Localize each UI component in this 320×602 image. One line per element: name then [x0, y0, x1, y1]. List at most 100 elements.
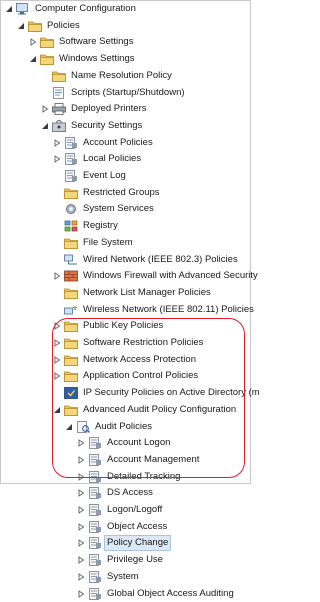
policy-icon [88, 437, 102, 450]
tree-item-wireless-network-ieee-802-11-policies[interactable]: Wireless Network (IEEE 802.11) Policies [53, 302, 256, 318]
tree-item-label: Advanced Audit Policy Configuration [83, 403, 237, 415]
tree-item-label: Restricted Groups [83, 186, 160, 198]
expand-arrow-icon[interactable] [53, 138, 61, 147]
expand-arrow-icon[interactable] [53, 272, 61, 281]
expand-arrow-icon[interactable] [53, 355, 61, 364]
policy-icon [64, 153, 78, 166]
tree-item-object-access[interactable]: Object Access [77, 519, 169, 535]
tree-item-ip-security-policies-on-active-directory-m[interactable]: IP Security Policies on Active Directory… [53, 385, 262, 401]
tree-item-account-management[interactable]: Account Management [77, 452, 201, 468]
tree-item-local-policies[interactable]: Local Policies [53, 151, 143, 167]
tree-item-network-access-protection[interactable]: Network Access Protection [53, 352, 198, 368]
expand-arrow-icon[interactable] [77, 439, 85, 448]
computer-icon [16, 3, 30, 15]
wireless-network-icon [64, 304, 78, 316]
tree-item-label: Object Access [107, 520, 168, 532]
expand-arrow-icon[interactable] [77, 572, 85, 581]
registry-icon [64, 220, 78, 232]
tree-item-system[interactable]: System [77, 569, 141, 585]
tree-item-application-control-policies[interactable]: Application Control Policies [53, 368, 200, 384]
tree-item-label: Network List Manager Policies [83, 286, 211, 298]
collapse-arrow-icon[interactable] [65, 423, 73, 431]
tree-item-computer-configuration[interactable]: Computer Configuration [5, 1, 138, 17]
tree-item-scripts-startup-shutdown[interactable]: Scripts (Startup/Shutdown) [41, 85, 187, 101]
expand-arrow-icon[interactable] [29, 38, 37, 47]
expand-arrow-icon[interactable] [77, 506, 85, 514]
tree-item-label: Privilege Use [107, 554, 163, 566]
expand-arrow-icon[interactable] [53, 372, 61, 381]
policy-icon [88, 453, 102, 466]
tree-item-public-key-policies[interactable]: Public Key Policies [53, 318, 165, 334]
tree-item-software-settings[interactable]: Software Settings [29, 34, 135, 50]
tree-item-global-object-access-auditing[interactable]: Global Object Access Auditing [77, 586, 236, 602]
tree-item-account-policies[interactable]: Account Policies [53, 135, 155, 151]
tree-item-registry[interactable]: Registry [53, 218, 120, 234]
tree-item-label: Application Control Policies [83, 370, 199, 382]
security-icon [52, 119, 66, 132]
tree-item-name-resolution-policy[interactable]: Name Resolution Policy [41, 68, 174, 84]
tree-item-windows-settings[interactable]: Windows Settings [29, 51, 137, 67]
tree-item-label: Logon/Logoff [107, 504, 163, 515]
expand-arrow-icon[interactable] [77, 539, 85, 548]
tree-item-label: System Services [83, 203, 154, 215]
tree-item-label: Local Policies [83, 153, 142, 165]
tree-item-detailed-tracking[interactable]: Detailed Tracking [77, 469, 182, 485]
expand-arrow-icon[interactable] [77, 472, 85, 481]
printer-icon [52, 103, 66, 116]
tree-item-label: Public Key Policies [83, 320, 164, 332]
tree-item-label: Wireless Network (IEEE 802.11) Policies [83, 303, 254, 315]
policy-icon [88, 520, 102, 533]
policy-icon [88, 487, 102, 500]
collapse-arrow-icon[interactable] [17, 22, 25, 30]
services-icon [64, 203, 78, 215]
tree-item-wired-network-ieee-802-3-policies[interactable]: Wired Network (IEEE 802.3) Policies [53, 252, 240, 268]
tree-item-audit-policies[interactable]: Audit Policies [65, 419, 154, 435]
tree-item-event-log[interactable]: Event Log [53, 168, 128, 184]
expand-arrow-icon[interactable] [77, 556, 85, 565]
collapse-arrow-icon[interactable] [53, 406, 61, 414]
tree-view-panel: Computer Configuration Policies Software S… [0, 0, 260, 600]
tree-item-system-services[interactable]: System Services [53, 201, 156, 217]
tree-item-label: System [107, 570, 139, 582]
tree-item-privilege-use[interactable]: Privilege Use [77, 552, 165, 568]
tree-item-software-restriction-policies[interactable]: Software Restriction Policies [53, 335, 205, 351]
collapse-arrow-icon[interactable] [5, 5, 13, 13]
folder-icon [64, 337, 78, 349]
expand-arrow-icon[interactable] [53, 155, 61, 164]
folder-icon [28, 20, 42, 32]
expand-arrow-icon[interactable] [77, 589, 85, 598]
collapse-arrow-icon[interactable] [41, 122, 49, 130]
audit-icon [76, 420, 90, 433]
expand-arrow-icon[interactable] [53, 322, 61, 331]
tree-item-security-settings[interactable]: Security Settings [41, 118, 144, 134]
tree-item-deployed-printers[interactable]: Deployed Printers [41, 101, 149, 117]
tree-item-account-logon[interactable]: Account Logon [77, 435, 172, 451]
tree-item-label: Scripts (Startup/Shutdown) [71, 86, 185, 98]
tree-item-label: Audit Policies [95, 420, 153, 432]
policy-icon [88, 570, 102, 583]
expand-arrow-icon[interactable] [77, 455, 85, 464]
tree-item-network-list-manager-policies[interactable]: Network List Manager Policies [53, 285, 213, 301]
expand-arrow-icon[interactable] [53, 339, 61, 347]
tree-item-label: Security Settings [71, 119, 143, 131]
tree-item-label: Wired Network (IEEE 802.3) Policies [83, 253, 238, 265]
expand-arrow-icon[interactable] [41, 105, 49, 114]
expand-arrow-icon[interactable] [77, 489, 85, 498]
collapse-arrow-icon[interactable] [29, 55, 37, 63]
tree-item-ds-access[interactable]: DS Access [77, 485, 155, 501]
firewall-icon [64, 270, 78, 282]
tree-item-restricted-groups[interactable]: Restricted Groups [53, 185, 162, 201]
tree-item-policy-change[interactable]: Policy Change [77, 535, 172, 552]
folder-icon [64, 320, 78, 333]
expand-arrow-icon[interactable] [77, 522, 85, 531]
tree-item-policies[interactable]: Policies [17, 18, 82, 34]
tree-item-logon-logoff[interactable]: Logon/Logoff [77, 502, 164, 518]
tree-item-file-system[interactable]: File System [53, 235, 135, 251]
tree-item-windows-firewall-with-advanced-security[interactable]: Windows Firewall with Advanced Security [53, 268, 260, 284]
tree-item-advanced-audit-policy-configuration[interactable]: Advanced Audit Policy Configuration [53, 402, 238, 418]
